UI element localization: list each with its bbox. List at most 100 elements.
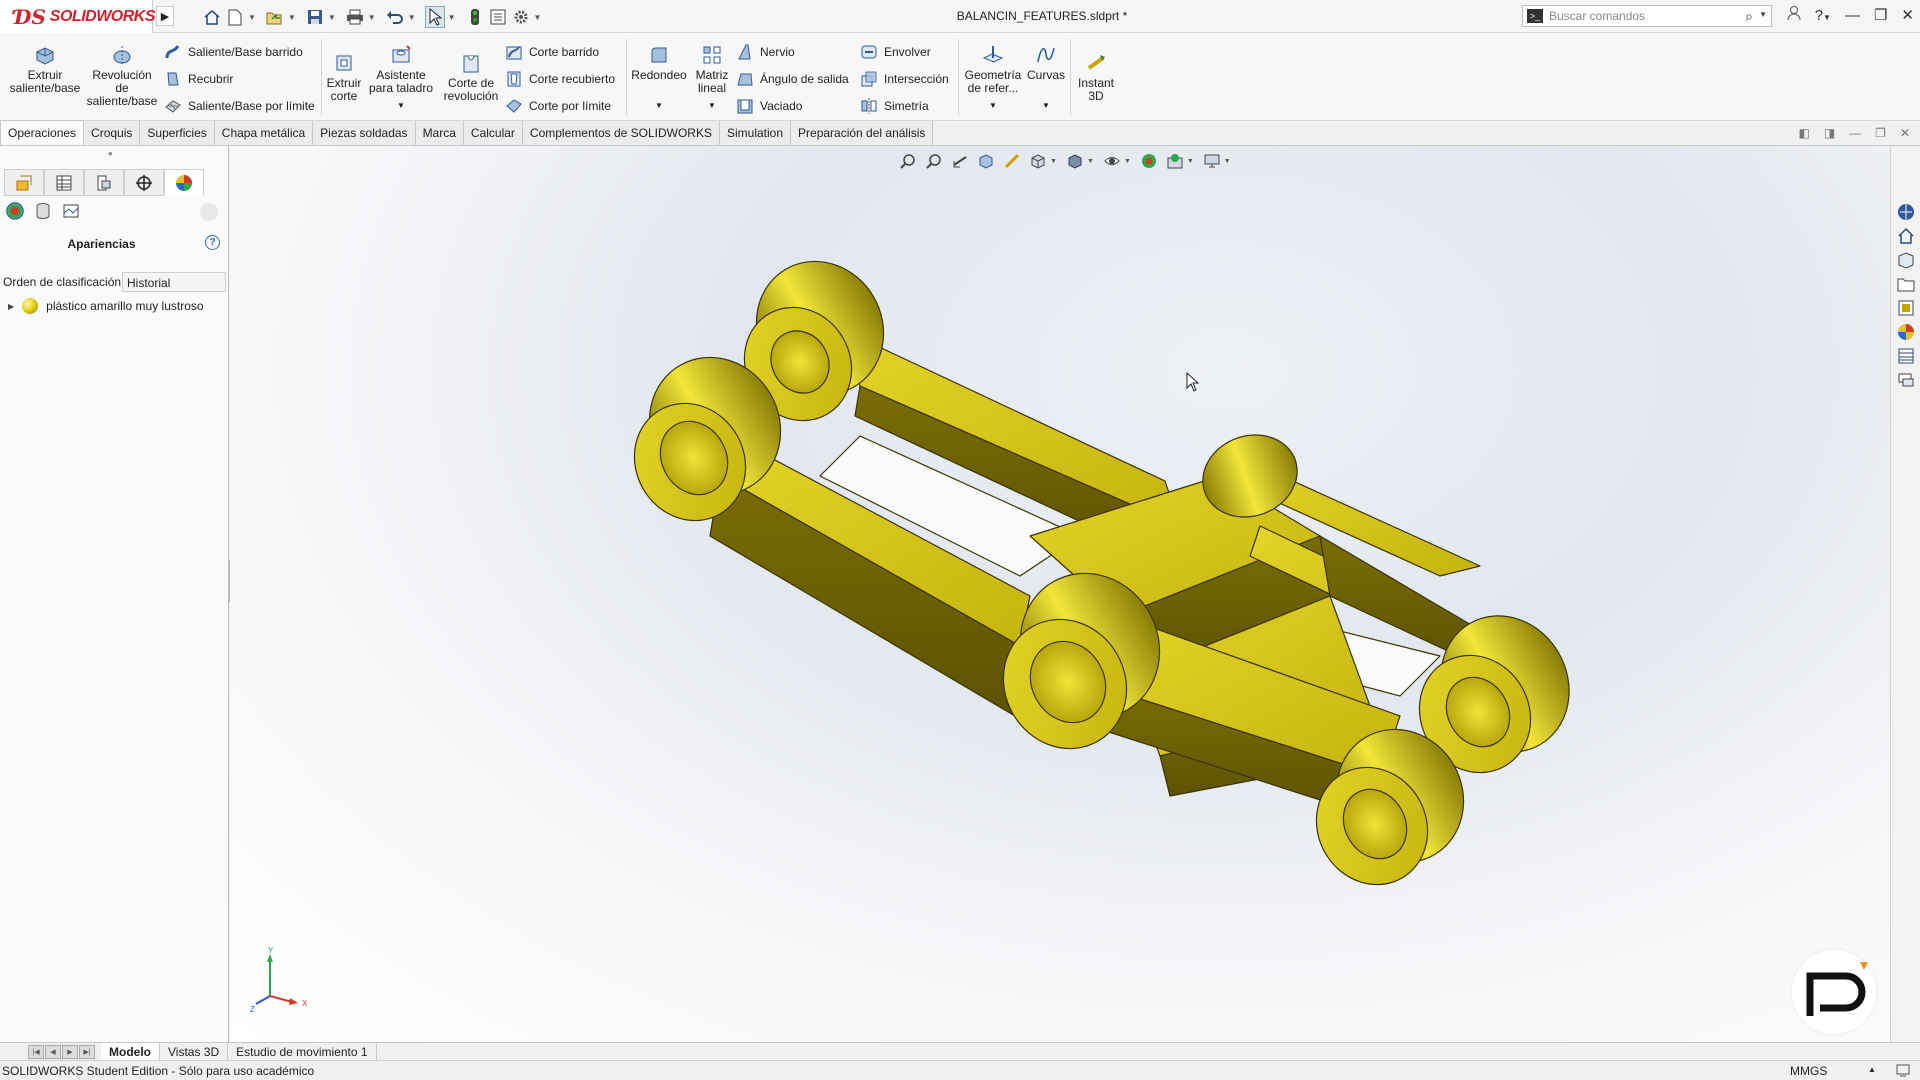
- solidworks-resources-icon[interactable]: [1896, 202, 1916, 222]
- extrude-boss-button[interactable]: Extruir saliente/base: [10, 43, 80, 95]
- tile-right-icon[interactable]: ◨: [1824, 126, 1835, 140]
- extrude-cut-button[interactable]: Extruir corte: [326, 51, 362, 103]
- tab-simulation[interactable]: Simulation: [719, 121, 792, 145]
- display-manager-tab[interactable]: [164, 169, 204, 196]
- draft-button[interactable]: Ángulo de salida: [736, 69, 849, 89]
- feature-manager-tab[interactable]: [4, 169, 44, 196]
- decals-icon[interactable]: [32, 200, 54, 222]
- new-document-icon[interactable]: [225, 6, 245, 28]
- select-pointer-icon[interactable]: [424, 6, 445, 28]
- tab-piezas-soldadas[interactable]: Piezas soldadas: [313, 121, 416, 145]
- zoom-to-fit-icon[interactable]: [898, 151, 918, 171]
- appearances-scenes-icon[interactable]: [1896, 322, 1916, 342]
- tab-vistas-3d[interactable]: Vistas 3D: [160, 1043, 229, 1060]
- tab-croquis[interactable]: Croquis: [84, 121, 141, 145]
- menu-expand-arrow-icon[interactable]: ▶: [156, 6, 174, 26]
- fillet-button[interactable]: Redondeo ▼: [630, 43, 688, 112]
- home-pane-icon[interactable]: [1896, 226, 1916, 246]
- doc-close-icon[interactable]: ✕: [1900, 126, 1910, 140]
- file-explorer-icon[interactable]: [1896, 274, 1916, 294]
- scroll-next-icon[interactable]: ▶: [62, 1044, 78, 1059]
- tab-superficies[interactable]: Superficies: [140, 121, 215, 145]
- scroll-last-icon[interactable]: ▶|: [79, 1044, 95, 1059]
- mirror-button[interactable]: Simetría: [860, 96, 929, 116]
- help-circle-icon[interactable]: ?: [205, 235, 220, 250]
- reference-geometry-dropdown-icon[interactable]: ▼: [989, 99, 997, 112]
- search-commands-input[interactable]: >_ Buscar comandos ⌕ ▼: [1522, 5, 1772, 27]
- doc-minimize-icon[interactable]: —: [1849, 126, 1861, 140]
- revolve-cut-button[interactable]: Corte de revolución: [440, 51, 502, 103]
- print-icon[interactable]: [345, 6, 365, 28]
- hide-show-items-icon[interactable]: [1102, 151, 1122, 171]
- appearance-tree-item[interactable]: ▶ plástico amarillo muy lustroso: [8, 298, 204, 314]
- revolve-boss-button[interactable]: Revolución de saliente/base: [86, 43, 158, 108]
- view-orientation-dropdown-icon[interactable]: ▼: [1050, 158, 1057, 165]
- save-dropdown-icon[interactable]: ▼: [328, 13, 336, 22]
- help-icon[interactable]: ?▼: [1815, 7, 1831, 24]
- view-palette-icon[interactable]: [1896, 298, 1916, 318]
- options-dropdown-icon[interactable]: ▼: [534, 13, 542, 22]
- status-bar-customize-icon[interactable]: [1896, 1063, 1910, 1080]
- search-dropdown-icon[interactable]: ▼: [1759, 10, 1767, 19]
- save-icon[interactable]: [305, 6, 325, 28]
- shell-button[interactable]: Vaciado: [736, 96, 802, 116]
- view-settings-dropdown-icon[interactable]: ▼: [1224, 158, 1231, 165]
- loft-button[interactable]: Recubrir: [164, 69, 233, 89]
- tab-modelo[interactable]: Modelo: [101, 1043, 160, 1060]
- restore-icon[interactable]: ❐: [1874, 6, 1887, 24]
- tab-marca[interactable]: Marca: [415, 121, 464, 145]
- curves-button[interactable]: Curvas ▼: [1026, 43, 1066, 112]
- undo-dropdown-icon[interactable]: ▼: [408, 13, 416, 22]
- unit-system-label[interactable]: MMGS: [1790, 1064, 1827, 1078]
- instant3d-button[interactable]: Instant 3D: [1074, 51, 1118, 103]
- reference-geometry-button[interactable]: Geometría de refer... ▼: [962, 43, 1024, 112]
- rocker-arm-3d-model[interactable]: [560, 236, 1810, 1016]
- doc-restore-icon[interactable]: ❐: [1875, 126, 1886, 140]
- intersect-button[interactable]: Intersección: [860, 69, 949, 89]
- fillet-dropdown-icon[interactable]: ▼: [655, 99, 663, 112]
- new-dropdown-icon[interactable]: ▼: [248, 13, 256, 22]
- edit-appearance-icon[interactable]: [1139, 151, 1159, 171]
- swept-cut-button[interactable]: Corte barrido: [505, 42, 599, 62]
- configuration-manager-tab[interactable]: [84, 169, 124, 196]
- zoom-to-area-icon[interactable]: [924, 151, 944, 171]
- wrap-button[interactable]: Envolver: [860, 42, 931, 62]
- design-library-icon[interactable]: [1896, 250, 1916, 270]
- custom-properties-icon[interactable]: [1896, 346, 1916, 366]
- view-settings-monitor-icon[interactable]: [1202, 151, 1222, 171]
- view-orientation-icon[interactable]: [1028, 151, 1048, 171]
- linear-pattern-button[interactable]: Matriz lineal ▼: [692, 43, 732, 112]
- scroll-first-icon[interactable]: |◀: [28, 1044, 44, 1059]
- scroll-prev-icon[interactable]: ◀: [45, 1044, 61, 1059]
- appearances-icon[interactable]: [4, 200, 26, 222]
- scenes-icon[interactable]: [60, 200, 82, 222]
- property-manager-tab[interactable]: [44, 169, 84, 196]
- close-icon[interactable]: ✕: [1901, 6, 1914, 24]
- minimize-icon[interactable]: —: [1845, 7, 1860, 24]
- rib-button[interactable]: Nervio: [736, 42, 795, 62]
- lofted-cut-button[interactable]: Corte recubierto: [505, 69, 615, 89]
- select-dropdown-icon[interactable]: ▼: [448, 13, 456, 22]
- panel-settings-icon[interactable]: [200, 203, 218, 221]
- tile-left-icon[interactable]: ◧: [1798, 126, 1809, 140]
- display-style-dropdown-icon[interactable]: ▼: [1087, 158, 1094, 165]
- panel-grip-icon[interactable]: ●: [108, 149, 113, 158]
- display-style-icon[interactable]: [1065, 151, 1085, 171]
- tab-calcular[interactable]: Calcular: [463, 121, 523, 145]
- hole-wizard-button[interactable]: Asistente para taladro ▼: [368, 43, 434, 112]
- previous-view-icon[interactable]: [950, 151, 970, 171]
- boundary-boss-button[interactable]: Saliente/Base por límite: [164, 96, 315, 116]
- tab-operaciones[interactable]: Operaciones: [0, 120, 85, 145]
- home-icon[interactable]: [202, 6, 222, 28]
- expand-arrow-icon[interactable]: ▶: [8, 302, 14, 311]
- dimxpert-manager-tab[interactable]: [124, 169, 164, 196]
- graphics-viewport[interactable]: ▼ ▼ ▼ ▼ ▼ Y X Z: [230, 146, 1890, 1042]
- tab-complementos[interactable]: Complementos de SOLIDWORKS: [522, 121, 720, 145]
- solidworks-logo[interactable]: ƊS SOLIDWORKS: [0, 0, 156, 33]
- open-dropdown-icon[interactable]: ▼: [288, 13, 296, 22]
- open-folder-icon[interactable]: [265, 6, 285, 28]
- units-dropdown-icon[interactable]: ▲: [1868, 1065, 1876, 1074]
- search-icon[interactable]: ⌕: [1745, 8, 1753, 25]
- print-dropdown-icon[interactable]: ▼: [368, 13, 376, 22]
- section-view-icon[interactable]: [976, 151, 996, 171]
